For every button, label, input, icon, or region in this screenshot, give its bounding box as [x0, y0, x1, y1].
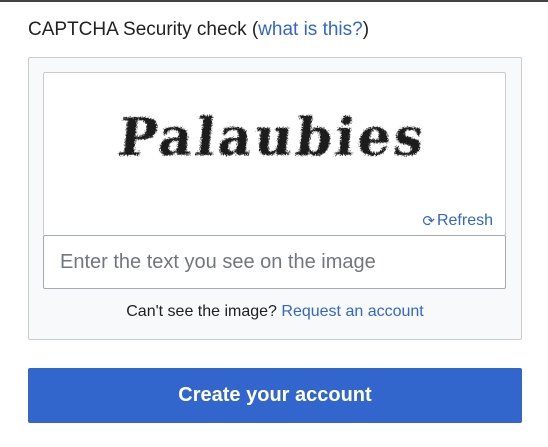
captcha-heading: CAPTCHA Security check (what is this?): [28, 18, 369, 42]
request-account-link[interactable]: Request an account: [281, 303, 423, 320]
refresh-button[interactable]: ⟳ Refresh: [422, 211, 493, 230]
refresh-label: Refresh: [436, 212, 493, 229]
captcha-heading-text: CAPTCHA Security check (: [28, 19, 259, 40]
captcha-heading-close: ): [362, 19, 370, 40]
what-is-this-link[interactable]: what is this?: [258, 19, 363, 40]
create-account-button[interactable]: Create your account: [28, 368, 522, 423]
captcha-image-box: Palaubies ⟳ Refresh: [43, 72, 506, 235]
top-divider: [0, 0, 548, 2]
cant-see-image-row: Can't see the image? Request an account: [28, 303, 522, 321]
refresh-icon: ⟳: [422, 213, 435, 230]
captcha-image: Palaubies: [115, 107, 429, 168]
captcha-image-text: Palaubies: [115, 107, 429, 168]
captcha-input-wrapper: [43, 235, 506, 289]
captcha-input[interactable]: [44, 236, 505, 288]
cant-see-text: Can't see the image?: [126, 303, 282, 320]
